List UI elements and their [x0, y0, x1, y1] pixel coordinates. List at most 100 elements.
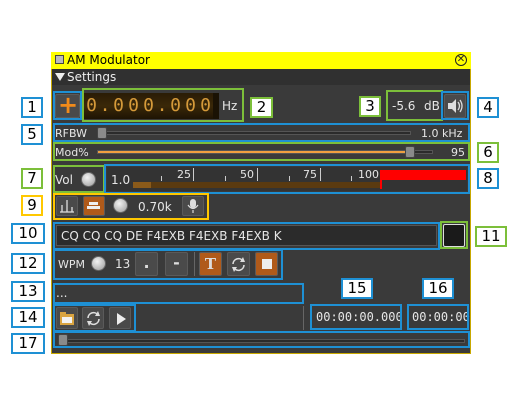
mod-label: Mod%: [55, 146, 89, 159]
file-name-display: ...: [55, 285, 300, 302]
meter-tick-label: 50: [240, 168, 254, 181]
callout-13: 13: [11, 281, 45, 302]
delta-frequency-button[interactable]: +: [55, 91, 80, 119]
frequency-digit[interactable]: 0: [84, 93, 99, 119]
meter-tick: [193, 168, 194, 181]
loop-icon: [232, 257, 245, 272]
settings-label: Settings: [67, 70, 117, 84]
callout-16: 16: [422, 278, 454, 299]
mute-button[interactable]: [444, 94, 466, 118]
meter-start-label: 1.0: [111, 173, 131, 187]
rfbw-value: 1.0 kHz: [421, 127, 463, 140]
callout-1: 1: [21, 97, 43, 118]
speaker-icon: [448, 99, 463, 113]
elapsed-time: 00:00:00.000: [316, 310, 403, 324]
callout-4: 4: [477, 97, 499, 118]
tone-frequency-value: 0.70k: [138, 200, 172, 214]
frequency-digit[interactable]: 0: [198, 93, 213, 119]
morse-key-icon: [87, 202, 100, 209]
meter-tick-label: 75: [303, 168, 317, 181]
callout-10: 10: [11, 223, 45, 244]
title-bar[interactable]: AM Modulator ✕: [51, 52, 471, 69]
meter-tick-label: 25: [177, 168, 191, 181]
tone-input-button[interactable]: [56, 196, 78, 216]
meter-tick: [351, 176, 352, 181]
file-navigation-handle[interactable]: [58, 334, 68, 346]
play-icon: [117, 313, 126, 325]
callout-8: 8: [477, 168, 499, 189]
callout-11: 11: [475, 226, 507, 247]
text-mode-button[interactable]: T: [199, 252, 222, 276]
meter-tick: [289, 176, 290, 181]
callout-5: 5: [21, 124, 43, 145]
collapse-triangle-icon: [55, 73, 65, 81]
rfbw-label: RFBW: [55, 127, 88, 140]
dash-button[interactable]: -: [165, 252, 188, 276]
close-icon[interactable]: ✕: [455, 54, 467, 66]
morse-text-value: CQ CQ CQ DE F4EXB F4EXB F4EXB K: [61, 229, 282, 243]
folder-icon: [60, 312, 74, 325]
separator: [194, 252, 195, 276]
wpm-dial[interactable]: [91, 256, 106, 271]
play-file-button[interactable]: [109, 307, 131, 329]
total-time: 00:00:00: [412, 310, 470, 324]
loop-file-button[interactable]: [82, 307, 104, 329]
mod-slider-handle[interactable]: [405, 146, 415, 158]
window-title: AM Modulator: [67, 53, 150, 67]
dot-button[interactable]: .: [135, 252, 158, 276]
play-text-button[interactable]: [255, 252, 278, 276]
meter-peak-bar: [382, 170, 466, 180]
volume-label: Vol: [55, 173, 73, 187]
meter-tick: [161, 176, 162, 181]
window-icon: [55, 55, 64, 64]
morse-text-input[interactable]: CQ CQ CQ DE F4EXB F4EXB F4EXB K: [56, 225, 437, 246]
frequency-digit[interactable]: 0: [168, 93, 183, 119]
channel-power-unit: dB: [424, 99, 440, 113]
callout-12: 12: [11, 253, 45, 274]
plus-icon: +: [58, 91, 79, 119]
microphone-icon: [187, 199, 199, 213]
callout-14: 14: [11, 307, 45, 328]
rfbw-slider-track[interactable]: [97, 131, 411, 135]
wpm-label: WPM: [58, 258, 86, 271]
volume-dial[interactable]: [81, 172, 96, 187]
meter-tick: [225, 176, 226, 181]
channel-power-value: -5.6: [392, 99, 416, 113]
stop-icon: [262, 259, 272, 269]
frequency-separator: .: [156, 93, 168, 119]
file-navigation-track[interactable]: [58, 339, 465, 343]
mod-slider-fill: [98, 151, 406, 153]
mod-value: 95: [451, 146, 465, 159]
frequency-digit[interactable]: 0: [111, 93, 126, 119]
frequency-unit: Hz: [222, 99, 238, 113]
callout-2: 2: [250, 97, 273, 118]
callout-17: 17: [11, 333, 45, 354]
callout-7: 7: [21, 168, 43, 189]
microphone-button[interactable]: [182, 196, 204, 216]
file-name: ...: [56, 286, 68, 300]
settings-rollup[interactable]: Settings: [52, 69, 470, 85]
meter-average-bar: [133, 182, 380, 188]
clear-text-button[interactable]: [443, 224, 465, 247]
morse-keyer-button[interactable]: [83, 196, 105, 216]
frequency-digit[interactable]: 0: [126, 93, 141, 119]
tone-frequency-dial[interactable]: [113, 198, 128, 213]
meter-low-bar: [133, 182, 151, 188]
rfbw-slider-handle[interactable]: [97, 127, 107, 139]
callout-3: 3: [359, 96, 381, 117]
meter-tick: [257, 168, 258, 181]
frequency-digit[interactable]: 0: [183, 93, 198, 119]
open-file-button[interactable]: [56, 307, 78, 329]
signal-icon: [60, 200, 74, 213]
loop-text-button[interactable]: [227, 252, 250, 276]
wpm-value: 13: [115, 257, 131, 271]
loop-icon: [87, 311, 100, 326]
callout-15: 15: [341, 278, 373, 299]
frequency-separator: .: [99, 93, 111, 119]
meter-tick-label: 100: [358, 168, 379, 181]
callout-6: 6: [477, 142, 499, 163]
meter-tick: [320, 168, 321, 181]
separator: [303, 306, 304, 330]
frequency-digit[interactable]: 0: [141, 93, 156, 119]
meter-peak-marker: [380, 170, 382, 189]
